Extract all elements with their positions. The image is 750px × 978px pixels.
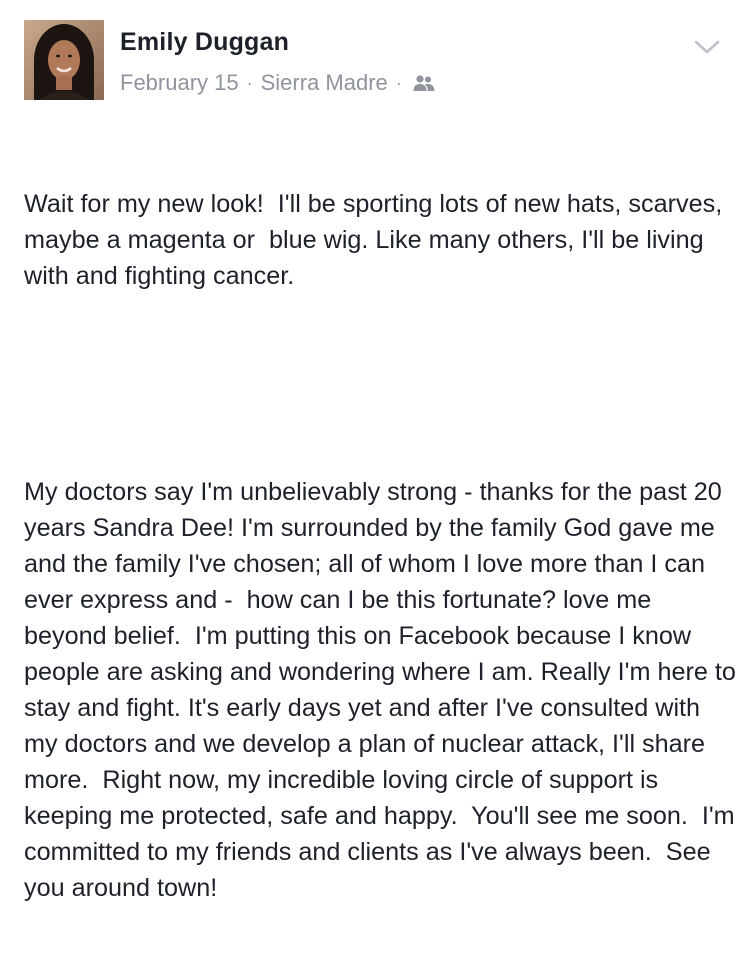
post-paragraph: Wait for my new look! I'll be sporting l…	[24, 190, 730, 290]
post-paragraph: My doctors say I'm unbelievably strong -…	[24, 478, 743, 902]
post-header: Emily Duggan February 15 · Sierra Madre …	[24, 20, 724, 100]
avatar[interactable]	[24, 20, 104, 100]
post-meta: February 15 · Sierra Madre ·	[120, 70, 436, 96]
meta-separator: ·	[246, 72, 253, 93]
chevron-down-icon[interactable]	[694, 38, 720, 56]
post-body: Wait for my new look! I'll be sporting l…	[24, 114, 736, 978]
avatar-photo	[24, 20, 104, 100]
post-date[interactable]: February 15	[120, 70, 239, 96]
author-name[interactable]: Emily Duggan	[120, 28, 289, 57]
friends-icon[interactable]	[412, 73, 436, 93]
meta-separator: ·	[395, 72, 402, 93]
post-location[interactable]: Sierra Madre	[261, 70, 388, 96]
facebook-post: Emily Duggan February 15 · Sierra Madre …	[0, 0, 750, 902]
